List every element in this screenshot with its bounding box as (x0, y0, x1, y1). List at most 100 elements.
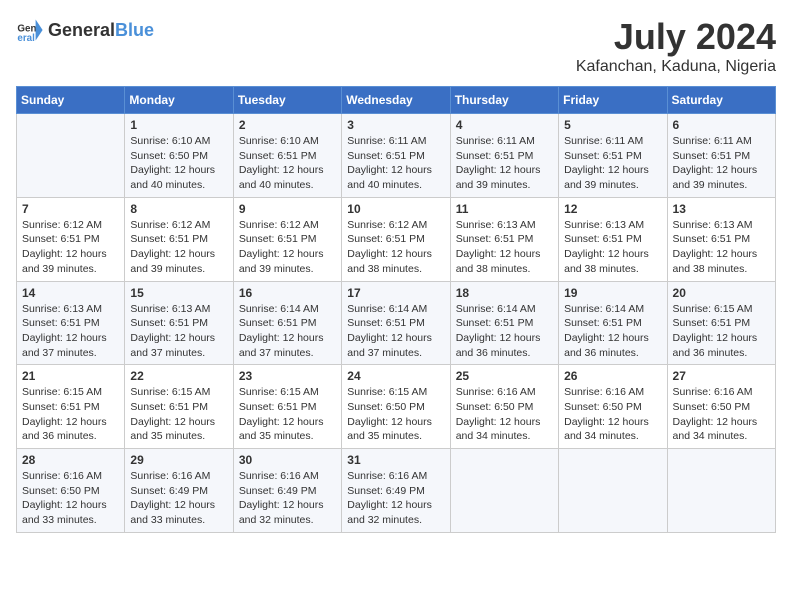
header-wednesday: Wednesday (342, 87, 450, 114)
day-number: 1 (130, 118, 227, 132)
svg-text:eral: eral (17, 33, 35, 44)
main-title: July 2024 (576, 16, 776, 58)
day-info: Sunrise: 6:15 AM Sunset: 6:50 PM Dayligh… (347, 385, 444, 444)
day-number: 3 (347, 118, 444, 132)
calendar-week-row: 21Sunrise: 6:15 AM Sunset: 6:51 PM Dayli… (17, 365, 776, 449)
table-row: 13 Sunrise: 6:13 AM Sunset: 6:51 PM Dayli… (667, 197, 775, 281)
day-number: 7 (22, 202, 119, 216)
day-number: 19 (564, 286, 661, 300)
day-number: 27 (673, 369, 770, 383)
calendar-header-row: Sunday Monday Tuesday Wednesday Thursday… (17, 87, 776, 114)
header-monday: Monday (125, 87, 233, 114)
day-info: Sunrise: 6:11 AM Sunset: 6:51 PM Dayligh… (564, 134, 661, 193)
table-row: 23 Sunrise: 6:15 AM Sunset: 6:51 PM Dayli… (233, 365, 341, 449)
header-tuesday: Tuesday (233, 87, 341, 114)
day-info: Sunrise: 6:14 AM Sunset: 6:51 PM Dayligh… (347, 302, 444, 361)
table-row: 30Sunrise: 6:16 AM Sunset: 6:49 PM Dayli… (233, 449, 341, 533)
logo-blue: Blue (115, 20, 154, 40)
calendar-week-row: 28 Sunrise: 6:16 AM Sunset: 6:50 PM Dayli… (17, 449, 776, 533)
table-row: 18 Sunrise: 6:14 AM Sunset: 6:51 PM Dayli… (450, 281, 558, 365)
day-number: 12 (564, 202, 661, 216)
table-row: 15 Sunrise: 6:13 AM Sunset: 6:51 PM Dayli… (125, 281, 233, 365)
day-number: 22 (130, 369, 227, 383)
day-number: 29 (130, 453, 227, 467)
day-number: 2 (239, 118, 336, 132)
day-number: 18 (456, 286, 553, 300)
day-number: 6 (673, 118, 770, 132)
day-number: 4 (456, 118, 553, 132)
header-friday: Friday (559, 87, 667, 114)
table-row: 16Sunrise: 6:14 AM Sunset: 6:51 PM Dayli… (233, 281, 341, 365)
table-row: 7 Sunrise: 6:12 AM Sunset: 6:51 PM Daylig… (17, 197, 125, 281)
table-row (17, 114, 125, 198)
table-row: 26 Sunrise: 6:16 AM Sunset: 6:50 PM Dayli… (559, 365, 667, 449)
header-thursday: Thursday (450, 87, 558, 114)
day-number: 9 (239, 202, 336, 216)
day-number: 10 (347, 202, 444, 216)
table-row: 28 Sunrise: 6:16 AM Sunset: 6:50 PM Dayli… (17, 449, 125, 533)
table-row: 5Sunrise: 6:11 AM Sunset: 6:51 PM Daylig… (559, 114, 667, 198)
day-info: Sunrise: 6:10 AM Sunset: 6:50 PM Dayligh… (130, 134, 227, 193)
day-info: Sunrise: 6:14 AM Sunset: 6:51 PM Dayligh… (456, 302, 553, 361)
calendar-week-row: 14 Sunrise: 6:13 AM Sunset: 6:51 PM Dayli… (17, 281, 776, 365)
page-header: Gen eral GeneralBlue July 2024 Kafanchan… (16, 16, 776, 76)
day-info: Sunrise: 6:16 AM Sunset: 6:50 PM Dayligh… (673, 385, 770, 444)
day-info: Sunrise: 6:16 AM Sunset: 6:50 PM Dayligh… (564, 385, 661, 444)
day-info: Sunrise: 6:10 AM Sunset: 6:51 PM Dayligh… (239, 134, 336, 193)
day-info: Sunrise: 6:13 AM Sunset: 6:51 PM Dayligh… (22, 302, 119, 361)
day-info: Sunrise: 6:14 AM Sunset: 6:51 PM Dayligh… (564, 302, 661, 361)
day-info: Sunrise: 6:15 AM Sunset: 6:51 PM Dayligh… (130, 385, 227, 444)
day-info: Sunrise: 6:13 AM Sunset: 6:51 PM Dayligh… (673, 218, 770, 277)
day-info: Sunrise: 6:12 AM Sunset: 6:51 PM Dayligh… (130, 218, 227, 277)
day-info: Sunrise: 6:15 AM Sunset: 6:51 PM Dayligh… (22, 385, 119, 444)
table-row: 11 Sunrise: 6:13 AM Sunset: 6:51 PM Dayli… (450, 197, 558, 281)
logo-general: General (48, 20, 115, 40)
day-number: 11 (456, 202, 553, 216)
table-row: 29Sunrise: 6:16 AM Sunset: 6:49 PM Dayli… (125, 449, 233, 533)
day-info: Sunrise: 6:16 AM Sunset: 6:49 PM Dayligh… (347, 469, 444, 528)
day-number: 15 (130, 286, 227, 300)
table-row (450, 449, 558, 533)
header-saturday: Saturday (667, 87, 775, 114)
table-row: 6 Sunrise: 6:11 AM Sunset: 6:51 PM Daylig… (667, 114, 775, 198)
day-info: Sunrise: 6:16 AM Sunset: 6:49 PM Dayligh… (239, 469, 336, 528)
day-number: 8 (130, 202, 227, 216)
table-row (559, 449, 667, 533)
day-info: Sunrise: 6:16 AM Sunset: 6:50 PM Dayligh… (456, 385, 553, 444)
logo-icon: Gen eral (16, 16, 44, 44)
day-number: 14 (22, 286, 119, 300)
table-row: 19 Sunrise: 6:14 AM Sunset: 6:51 PM Dayli… (559, 281, 667, 365)
table-row: 20Sunrise: 6:15 AM Sunset: 6:51 PM Dayli… (667, 281, 775, 365)
table-row: 31 Sunrise: 6:16 AM Sunset: 6:49 PM Dayli… (342, 449, 450, 533)
day-number: 13 (673, 202, 770, 216)
table-row: 17 Sunrise: 6:14 AM Sunset: 6:51 PM Dayli… (342, 281, 450, 365)
subtitle: Kafanchan, Kaduna, Nigeria (576, 58, 776, 76)
table-row: 12Sunrise: 6:13 AM Sunset: 6:51 PM Dayli… (559, 197, 667, 281)
table-row: 21Sunrise: 6:15 AM Sunset: 6:51 PM Dayli… (17, 365, 125, 449)
day-info: Sunrise: 6:13 AM Sunset: 6:51 PM Dayligh… (130, 302, 227, 361)
header-sunday: Sunday (17, 87, 125, 114)
table-row: 2 Sunrise: 6:10 AM Sunset: 6:51 PM Daylig… (233, 114, 341, 198)
day-number: 26 (564, 369, 661, 383)
day-number: 28 (22, 453, 119, 467)
day-info: Sunrise: 6:15 AM Sunset: 6:51 PM Dayligh… (239, 385, 336, 444)
table-row: 14 Sunrise: 6:13 AM Sunset: 6:51 PM Dayli… (17, 281, 125, 365)
day-number: 31 (347, 453, 444, 467)
day-info: Sunrise: 6:14 AM Sunset: 6:51 PM Dayligh… (239, 302, 336, 361)
day-number: 24 (347, 369, 444, 383)
title-block: July 2024 Kafanchan, Kaduna, Nigeria (576, 16, 776, 76)
day-number: 17 (347, 286, 444, 300)
table-row: 9Sunrise: 6:12 AM Sunset: 6:51 PM Daylig… (233, 197, 341, 281)
day-info: Sunrise: 6:13 AM Sunset: 6:51 PM Dayligh… (456, 218, 553, 277)
table-row: 22 Sunrise: 6:15 AM Sunset: 6:51 PM Dayli… (125, 365, 233, 449)
day-info: Sunrise: 6:12 AM Sunset: 6:51 PM Dayligh… (22, 218, 119, 277)
day-number: 23 (239, 369, 336, 383)
day-info: Sunrise: 6:12 AM Sunset: 6:51 PM Dayligh… (347, 218, 444, 277)
day-info: Sunrise: 6:11 AM Sunset: 6:51 PM Dayligh… (673, 134, 770, 193)
calendar-week-row: 7 Sunrise: 6:12 AM Sunset: 6:51 PM Daylig… (17, 197, 776, 281)
table-row: 1 Sunrise: 6:10 AM Sunset: 6:50 PM Daylig… (125, 114, 233, 198)
day-info: Sunrise: 6:11 AM Sunset: 6:51 PM Dayligh… (347, 134, 444, 193)
day-info: Sunrise: 6:15 AM Sunset: 6:51 PM Dayligh… (673, 302, 770, 361)
table-row: 25Sunrise: 6:16 AM Sunset: 6:50 PM Dayli… (450, 365, 558, 449)
day-info: Sunrise: 6:16 AM Sunset: 6:50 PM Dayligh… (22, 469, 119, 528)
